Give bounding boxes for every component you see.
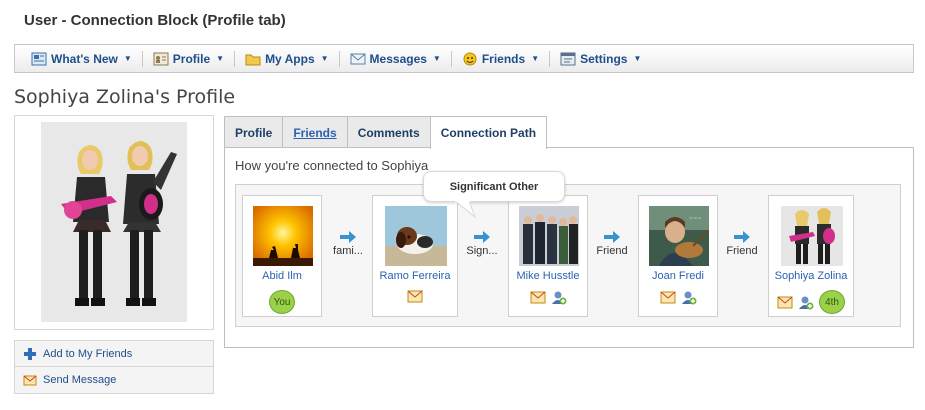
connection-heading: How you're connected to Sophiya	[235, 158, 429, 173]
degree-badge: 4th	[819, 290, 845, 314]
nav-whats-new[interactable]: What's New ▼	[25, 45, 138, 72]
envelope-icon[interactable]	[660, 291, 676, 304]
tab-profile[interactable]: Profile	[224, 116, 284, 148]
person-avatar	[253, 206, 313, 266]
person-name[interactable]: Ramo Ferreira	[373, 270, 457, 282]
chevron-down-icon: ▼	[320, 54, 329, 63]
profile-photo[interactable]	[41, 122, 187, 322]
add-friend-label: Add to My Friends	[43, 347, 133, 360]
arrow-right-icon	[604, 231, 620, 243]
envelope-icon[interactable]	[777, 296, 793, 309]
plus-icon	[23, 347, 37, 361]
person-avatar	[519, 206, 579, 266]
add-friend-icon[interactable]	[551, 290, 567, 305]
svg-text:~~~: ~~~	[689, 216, 702, 222]
envelope-icon	[23, 373, 37, 387]
nav-divider	[338, 50, 340, 67]
nav-messages[interactable]: Messages ▼	[344, 45, 447, 72]
connection-person[interactable]: ~~~ Joan Fredi	[638, 195, 718, 317]
connection-link: Friend	[592, 231, 632, 257]
nav-divider	[549, 50, 551, 67]
nav-settings-label: Settings	[580, 51, 628, 66]
person-name[interactable]: Abid Ilm	[243, 270, 321, 282]
page-title: User - Connection Block (Profile tab)	[24, 12, 286, 29]
nav-divider	[234, 50, 236, 67]
profile-photo-frame	[14, 115, 214, 330]
relationship-tooltip: Significant Other	[423, 171, 565, 202]
tooltip-pointer	[455, 201, 477, 219]
chevron-down-icon: ▼	[531, 54, 540, 63]
person-name[interactable]: Joan Fredi	[639, 270, 717, 282]
nav-divider	[141, 50, 143, 67]
nav-profile-label: Profile	[172, 51, 211, 66]
nav-my-apps[interactable]: My Apps ▼	[239, 45, 334, 72]
nav-divider	[450, 50, 452, 67]
add-friend-button[interactable]: Add to My Friends	[14, 340, 214, 367]
profile-actions: Add to My Friends Send Message	[14, 340, 214, 394]
smiley-icon	[462, 52, 478, 66]
tab-comments[interactable]: Comments	[346, 116, 431, 148]
settings-window-icon	[560, 52, 576, 66]
connection-link: Friend	[722, 231, 762, 257]
profile-tabs: Profile Friends Comments Connection Path	[224, 116, 548, 149]
arrow-right-icon	[340, 231, 356, 243]
top-navigation-bar: What's New ▼ Profile ▼ My Apps ▼ Message…	[14, 44, 914, 73]
tab-friends[interactable]: Friends	[282, 116, 348, 148]
link-label: Friend	[596, 245, 628, 257]
connection-panel: How you're connected to Sophiya Signific…	[224, 147, 914, 348]
connection-person[interactable]: Sophiya Zolina 4th	[768, 195, 854, 317]
nav-my-apps-label: My Apps	[265, 51, 315, 66]
nav-messages-label: Messages	[369, 51, 427, 66]
link-label: Friend	[726, 245, 758, 257]
envelope-icon[interactable]	[530, 291, 546, 304]
arrow-right-icon	[474, 231, 490, 243]
degree-badge: You	[269, 290, 295, 314]
connection-path: Abid Ilm You fami... Ramo Ferreira Sign.…	[235, 184, 901, 327]
link-label: fami...	[333, 245, 363, 257]
send-message-label: Send Message	[43, 374, 117, 386]
profile-card-icon	[153, 52, 169, 66]
tab-connection-path[interactable]: Connection Path	[429, 116, 548, 149]
nav-settings[interactable]: Settings ▼	[554, 45, 647, 72]
envelope-icon[interactable]	[407, 290, 423, 303]
add-friend-icon[interactable]	[681, 290, 697, 305]
connection-link: Sign...	[460, 231, 504, 257]
link-label: Sign...	[466, 245, 498, 257]
connection-person[interactable]: Ramo Ferreira	[372, 195, 458, 317]
nav-friends-label: Friends	[481, 51, 526, 66]
newspaper-icon	[31, 52, 47, 66]
nav-friends[interactable]: Friends ▼	[456, 45, 545, 72]
connection-person[interactable]: Abid Ilm You	[242, 195, 322, 317]
arrow-right-icon	[734, 231, 750, 243]
person-avatar	[385, 206, 447, 266]
person-name[interactable]: Sophiya Zolina	[769, 270, 853, 282]
envelope-icon	[350, 52, 366, 66]
person-name[interactable]: Mike Husstle	[509, 270, 587, 282]
person-avatar: ~~~	[649, 206, 709, 266]
chevron-down-icon: ▼	[633, 54, 642, 63]
chevron-down-icon: ▼	[216, 54, 225, 63]
send-message-button[interactable]: Send Message	[14, 367, 214, 394]
chevron-down-icon: ▼	[432, 54, 441, 63]
nav-profile[interactable]: Profile ▼	[147, 45, 230, 72]
connection-link: fami...	[326, 231, 370, 257]
add-friend-icon[interactable]	[798, 295, 814, 310]
profile-heading: Sophiya Zolina's Profile	[14, 86, 236, 108]
nav-whats-new-label: What's New	[51, 51, 118, 66]
person-avatar	[781, 206, 843, 266]
folder-icon	[245, 52, 261, 66]
chevron-down-icon: ▼	[123, 54, 132, 63]
connection-person[interactable]: Mike Husstle	[508, 195, 588, 317]
